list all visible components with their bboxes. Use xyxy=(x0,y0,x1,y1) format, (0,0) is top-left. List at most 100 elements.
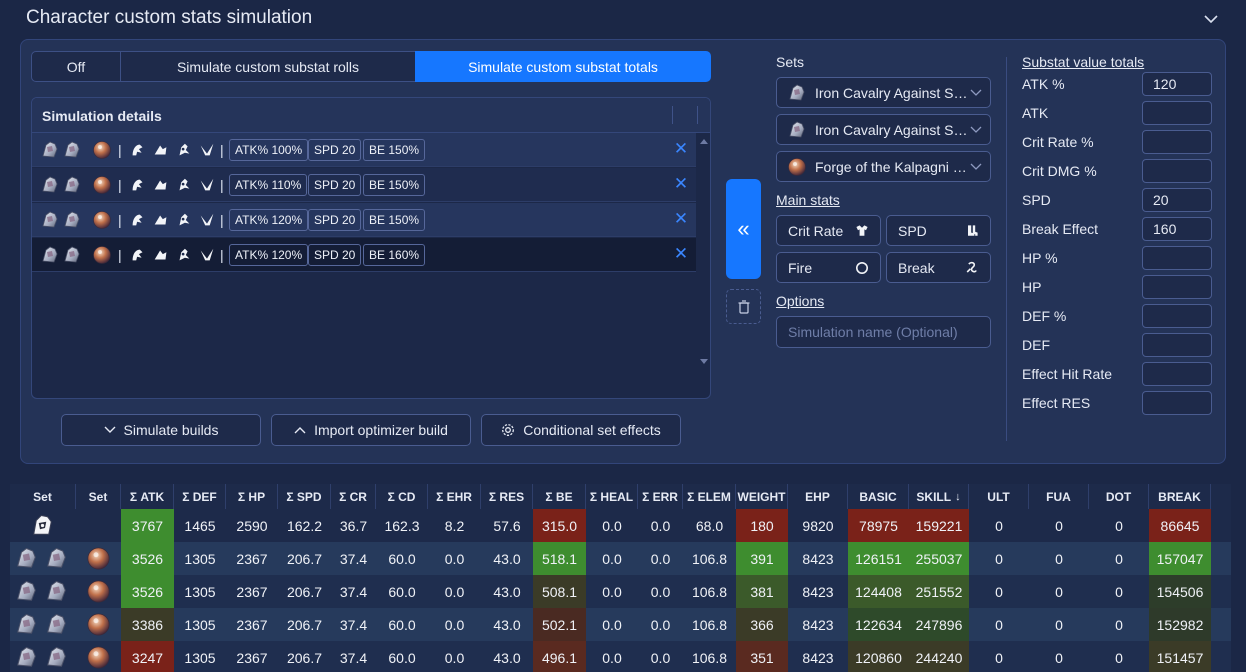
delete-simulations-button[interactable] xyxy=(726,289,761,324)
grid-cell: 315.0 xyxy=(533,509,586,542)
simulation-list-scrollbar[interactable] xyxy=(697,133,710,367)
cell-value: 247896 xyxy=(915,616,963,633)
grid-column-header[interactable]: Σ EHR xyxy=(428,484,481,509)
substat-input[interactable] xyxy=(1142,217,1212,241)
ornament-set-icon xyxy=(87,547,110,570)
grid-cell: 0 xyxy=(1089,575,1149,608)
grid-column-header[interactable]: Σ CD xyxy=(376,484,428,509)
substat-input[interactable] xyxy=(1142,130,1212,154)
grid-column-header[interactable]: Σ ELEM xyxy=(683,484,736,509)
remove-simulation-button[interactable]: ✕ xyxy=(671,139,691,159)
app-root: Character custom stats simulation Off Si… xyxy=(0,0,1246,672)
grid-cell: 508.1 xyxy=(533,575,586,608)
substat-input[interactable] xyxy=(1142,188,1212,212)
apply-simulation-button[interactable]: « xyxy=(726,179,761,279)
cell-value: 0 xyxy=(995,583,1003,600)
remove-simulation-button[interactable]: ✕ xyxy=(671,244,691,264)
grid-row[interactable]: 3767 1465 2590 162.2 36.7 162.3 8.2 57.6 315.0 0.… xyxy=(10,509,1231,542)
mode-substat-rolls[interactable]: Simulate custom substat rolls xyxy=(120,51,416,82)
grid-row[interactable]: 3247 1305 2367 206.7 37.4 60.0 0.0 43.0 496.1 0.0… xyxy=(10,641,1231,672)
substat-tag: SPD 20 xyxy=(308,244,362,266)
mode-substat-totals[interactable]: Simulate custom substat totals xyxy=(415,51,711,82)
substat-input[interactable] xyxy=(1142,362,1212,386)
substat-input[interactable] xyxy=(1142,72,1212,96)
grid-column-header[interactable]: Σ RES xyxy=(481,484,533,509)
substat-tag: ATK% 100% xyxy=(229,139,309,161)
substat-input[interactable] xyxy=(1142,159,1212,183)
grid-column-header[interactable]: Σ ERR xyxy=(638,484,683,509)
main-stat-select-2[interactable]: SPD xyxy=(886,215,991,246)
grid-column-header[interactable]: Set xyxy=(10,484,76,509)
cell-value: 206.7 xyxy=(286,550,323,567)
sort-descending-icon[interactable]: ↓ xyxy=(955,491,961,503)
simulation-row[interactable]: | | ATK% 120% SPD 20 BE 150% ✕ xyxy=(32,203,696,237)
grid-column-header[interactable]: Σ ATK xyxy=(121,484,174,509)
cell-value: 381 xyxy=(750,583,774,600)
grid-cell: 106.8 xyxy=(683,575,736,608)
main-stat-select-3[interactable]: Fire xyxy=(776,252,881,283)
cell-value: 0 xyxy=(1055,583,1063,600)
cell-value: 2367 xyxy=(236,550,268,567)
column-label: WEIGHT xyxy=(737,489,786,504)
main-stat-select-4[interactable]: Break xyxy=(886,252,991,283)
simulate-builds-button[interactable]: Simulate builds xyxy=(61,414,261,446)
column-label: Σ HP xyxy=(237,489,266,504)
chevron-down-icon xyxy=(970,126,982,133)
grid-column-header[interactable]: ULT xyxy=(969,484,1029,509)
ornament-set-icon xyxy=(93,176,111,194)
page-header[interactable]: Character custom stats simulation xyxy=(0,0,1246,38)
grid-row[interactable]: 3526 1305 2367 206.7 37.4 60.0 0.0 43.0 508.1 0.0… xyxy=(10,575,1231,608)
substat-input[interactable] xyxy=(1142,333,1212,357)
grid-cell: 0 xyxy=(1089,542,1149,575)
grid-cell: 106.8 xyxy=(683,608,736,641)
grid-row[interactable]: 3526 1305 2367 206.7 37.4 60.0 0.0 43.0 518.1 0.0… xyxy=(10,542,1231,575)
grid-column-header[interactable]: Σ HP xyxy=(226,484,278,509)
set-select-1[interactable]: Iron Cavalry Against Scourge xyxy=(776,77,991,108)
grid-column-header[interactable]: Σ SPD xyxy=(278,484,331,509)
substat-input[interactable] xyxy=(1142,101,1212,125)
cell-value: 0.0 xyxy=(650,517,671,534)
grid-cell: 3526 xyxy=(121,542,174,575)
cell-value: 68.0 xyxy=(695,517,724,534)
grid-column-header[interactable]: BREAK xyxy=(1149,484,1211,509)
scroll-up-icon[interactable] xyxy=(700,139,708,144)
substat-input[interactable] xyxy=(1142,275,1212,299)
grid-column-header[interactable]: SKILL ↓ xyxy=(909,484,969,509)
main-stat-slot-b-icon xyxy=(154,180,167,190)
grid-column-header[interactable]: Σ DEF xyxy=(174,484,226,509)
grid-column-header[interactable]: DOT xyxy=(1089,484,1149,509)
conditional-set-effects-button[interactable]: Conditional set effects xyxy=(481,414,681,446)
grid-column-header[interactable]: Σ CR xyxy=(331,484,376,509)
substat-input[interactable] xyxy=(1142,246,1212,270)
set-select-3[interactable]: Forge of the Kalpagni Lantern xyxy=(776,151,991,182)
grid-cell: 86645 xyxy=(1149,509,1211,542)
remove-simulation-button[interactable]: ✕ xyxy=(671,209,691,229)
cell-value: 502.1 xyxy=(541,616,578,633)
grid-column-header[interactable]: Set xyxy=(76,484,121,509)
import-optimizer-build-button[interactable]: Import optimizer build xyxy=(271,414,471,446)
remove-simulation-button[interactable]: ✕ xyxy=(671,174,691,194)
grid-cell: 0 xyxy=(1029,542,1089,575)
simulation-row[interactable]: | | ATK% 100% SPD 20 BE 150% ✕ xyxy=(32,133,696,167)
grid-column-header[interactable]: EHP xyxy=(788,484,848,509)
set-select-2[interactable]: Iron Cavalry Against Scourge xyxy=(776,114,991,145)
substat-input[interactable] xyxy=(1142,391,1212,415)
mode-off[interactable]: Off xyxy=(31,51,121,82)
simulation-row[interactable]: | | ATK% 110% SPD 20 BE 150% ✕ xyxy=(32,168,696,202)
chevron-down-icon[interactable] xyxy=(1202,10,1220,28)
grid-cell: 37.4 xyxy=(331,641,376,672)
substat-input[interactable] xyxy=(1142,304,1212,328)
grid-cell: 43.0 xyxy=(481,608,533,641)
grid-column-header[interactable]: Σ HEAL xyxy=(586,484,638,509)
relic-set-icon xyxy=(42,211,58,228)
cell-value: 3247 xyxy=(131,649,164,666)
grid-column-header[interactable]: WEIGHT xyxy=(736,484,788,509)
grid-column-header[interactable]: BASIC xyxy=(848,484,909,509)
grid-column-header[interactable]: Σ BE xyxy=(533,484,586,509)
simulation-row[interactable]: | | ATK% 120% SPD 20 BE 160% ✕ xyxy=(32,238,696,272)
grid-column-header[interactable]: FUA xyxy=(1029,484,1089,509)
grid-row[interactable]: 3386 1305 2367 206.7 37.4 60.0 0.0 43.0 502.1 0.0… xyxy=(10,608,1231,641)
main-stat-select-1[interactable]: Crit Rate xyxy=(776,215,881,246)
simulation-name-input[interactable] xyxy=(776,316,991,348)
scroll-down-icon[interactable] xyxy=(700,359,708,364)
